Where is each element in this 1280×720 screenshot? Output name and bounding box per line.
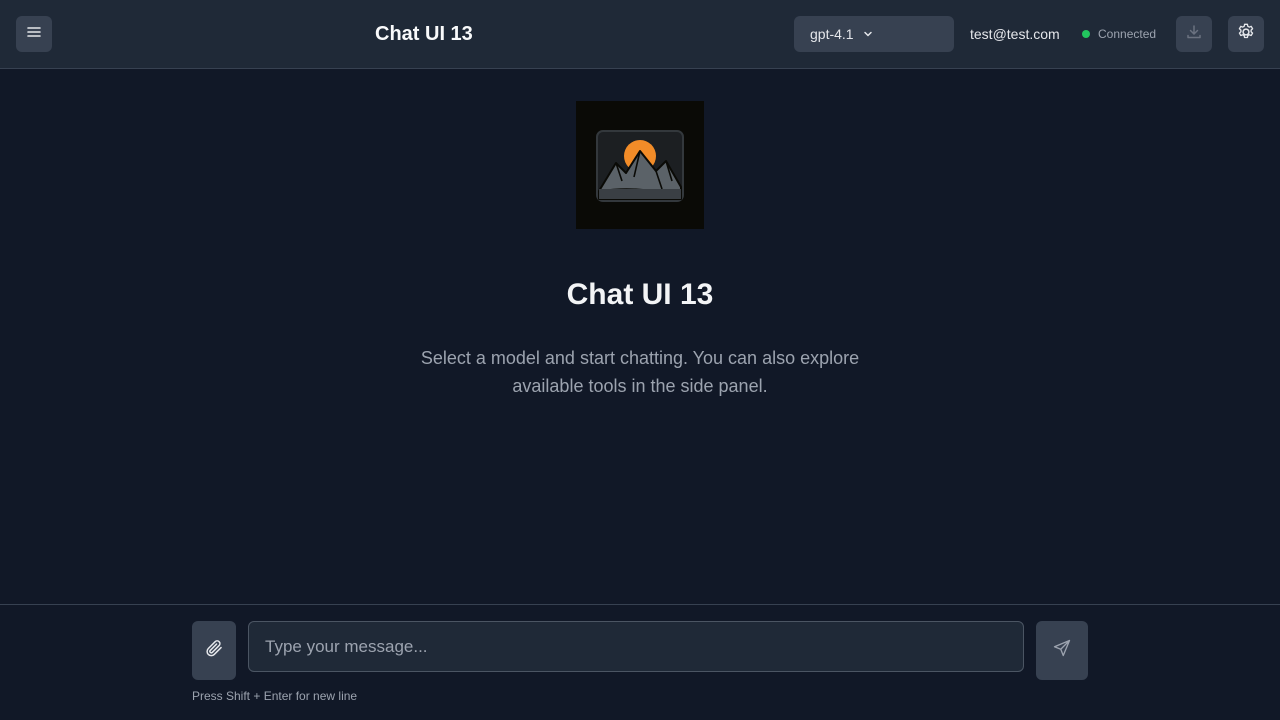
- gear-icon: [1236, 22, 1256, 47]
- paperclip-icon: [204, 638, 224, 663]
- send-button[interactable]: [1036, 621, 1088, 680]
- send-icon: [1052, 638, 1072, 663]
- connection-status: Connected: [1082, 25, 1156, 43]
- model-select[interactable]: gpt-4.1: [794, 16, 954, 52]
- app-title: Chat UI 13: [375, 23, 473, 45]
- input-hint: Press Shift + Enter for new line: [192, 689, 358, 703]
- app-logo: [576, 101, 704, 229]
- menu-button[interactable]: [16, 16, 52, 52]
- attach-button[interactable]: [192, 621, 236, 680]
- download-button[interactable]: [1176, 16, 1212, 52]
- status-dot: [1082, 30, 1090, 38]
- user-email: test@test.com: [970, 26, 1060, 42]
- settings-button[interactable]: [1228, 16, 1264, 52]
- chevron-down-icon: [862, 28, 874, 40]
- hero-subtitle: Select a model and start chatting. You c…: [420, 348, 860, 396]
- top-bar: Chat UI 13 gpt-4.1 test@test.com Connect…: [0, 0, 1280, 69]
- status-label: Connected: [1098, 27, 1157, 41]
- model-select-value: gpt-4.1: [810, 26, 854, 42]
- download-icon: [1185, 23, 1203, 46]
- hamburger-icon: [26, 24, 42, 45]
- hero-title: Chat UI 13: [566, 278, 714, 311]
- composer-bar: Press Shift + Enter for new line: [0, 604, 1280, 720]
- message-input[interactable]: [248, 621, 1024, 672]
